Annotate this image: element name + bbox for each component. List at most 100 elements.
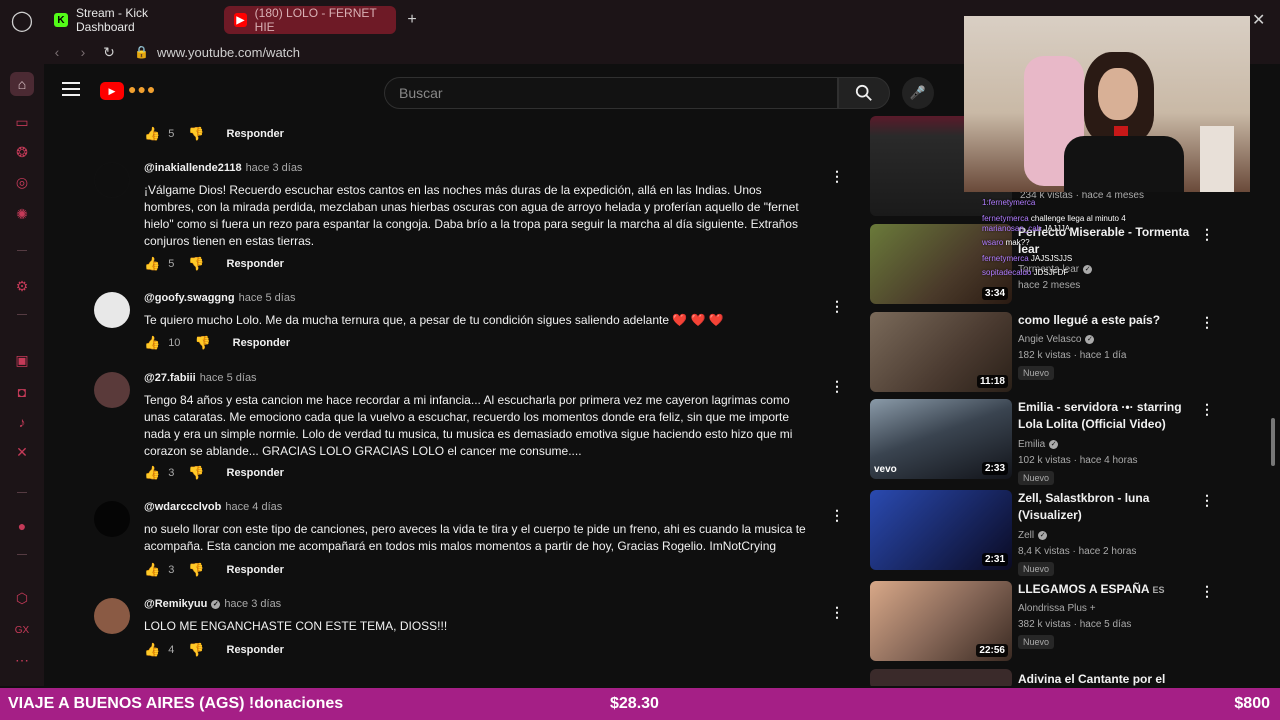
comment-text: Te quiero mucho Lolo. Me da mucha ternur…	[144, 313, 724, 327]
back-icon[interactable]: ‹	[44, 44, 70, 60]
video-card[interactable]: 2:31 Zell, Salastkbron - luna (Visualize…	[870, 490, 1270, 576]
scrollbar-thumb[interactable]	[1271, 418, 1275, 466]
more-vert-icon[interactable]: ⋮	[830, 604, 844, 621]
new-badge: Nuevo	[1018, 366, 1055, 380]
verified-icon: ✓	[211, 599, 221, 609]
x-icon[interactable]: ✕	[10, 440, 34, 464]
thumbs-up-icon[interactable]: 👍	[144, 562, 160, 578]
thumbs-down-icon[interactable]: 👎	[188, 256, 204, 272]
avatar[interactable]	[94, 162, 130, 198]
thumbs-down-icon[interactable]: 👎	[188, 562, 204, 578]
aria-icon[interactable]: ❂	[10, 140, 34, 164]
more-vert-icon[interactable]: ⋮	[830, 507, 844, 524]
sidebar-divider	[17, 554, 27, 555]
video-card[interactable]: vevo 2:33 Emilia - servidora ·•· starrin…	[870, 399, 1270, 485]
more-vert-icon[interactable]: ⋮	[1200, 401, 1214, 418]
new-tab-button[interactable]: +	[400, 11, 424, 29]
more-vert-icon[interactable]: ⋮	[1200, 583, 1214, 600]
reply-button[interactable]: Responder	[227, 467, 284, 479]
gx-corner-icon[interactable]: ✺	[10, 202, 34, 226]
thumbs-up-icon[interactable]: 👍	[144, 256, 160, 272]
gx-icon[interactable]: GX	[10, 618, 34, 642]
donation-current-amount: $28.30	[610, 695, 659, 712]
video-title: Adivina el Cantante por el	[1018, 672, 1166, 686]
video-thumbnail[interactable]: 2:31	[870, 490, 1012, 570]
browser-sidebar: ⌂ ▭ ❂ ◎ ✺ ⚙ ▣ ◘ ♪ ✕ ● ⬡ GX ⋯	[0, 64, 44, 686]
search-button[interactable]	[838, 77, 890, 109]
more-vert-icon[interactable]: ⋮	[830, 168, 844, 185]
comment-author[interactable]: @Remikyuu ✓ hace 3 días	[144, 598, 814, 610]
thumbs-up-icon[interactable]: 👍	[144, 465, 160, 481]
more-vert-icon[interactable]: ⋮	[1200, 226, 1214, 243]
close-icon[interactable]: ✕	[1252, 10, 1265, 30]
lock-icon: 🔒	[134, 45, 149, 59]
forward-icon[interactable]: ›	[70, 44, 96, 60]
messenger-icon[interactable]: ◎	[10, 170, 34, 194]
reply-button[interactable]: Responder	[227, 564, 284, 576]
reply-button[interactable]: Responder	[233, 337, 290, 349]
video-card[interactable]: 11:18 como llegué a este país? Angie Vel…	[870, 312, 1270, 392]
like-count: 3	[168, 467, 175, 479]
opera-logo-icon[interactable]: ◯	[0, 0, 44, 40]
tab-label: Stream - Kick Dashboard	[76, 6, 149, 34]
instagram-icon[interactable]: ◘	[10, 380, 34, 404]
thumbs-down-icon[interactable]: 👎	[188, 465, 204, 481]
tiktok-icon[interactable]: ♪	[10, 410, 34, 434]
sidebar-divider	[17, 314, 27, 315]
comment-actions: 👍 3 👎 Responder	[144, 562, 284, 578]
comment-author[interactable]: @goofy.swaggng hace 5 días	[144, 292, 814, 304]
thumbs-down-icon[interactable]: 👎	[188, 642, 204, 658]
page-scrollbar[interactable]	[1268, 64, 1278, 668]
more-icon[interactable]: ⋯	[10, 648, 34, 672]
ai-icon[interactable]: ▭	[10, 110, 34, 134]
chat-message: marianosan_cab JAJJJA	[982, 224, 1071, 233]
thumbs-up-icon[interactable]: 👍	[144, 642, 160, 658]
comment-actions: 👍 5 👎 Responder	[144, 126, 284, 142]
reply-button[interactable]: Responder	[227, 258, 284, 270]
thumbs-down-icon[interactable]: 👎	[194, 335, 210, 351]
thumbs-down-icon[interactable]: 👎	[188, 126, 204, 142]
tab-kick-dashboard[interactable]: K Stream - Kick Dashboard	[44, 6, 220, 34]
comment-author[interactable]: @inakiallende2118 hace 3 días	[144, 162, 814, 174]
avatar[interactable]	[94, 501, 130, 537]
reply-button[interactable]: Responder	[227, 128, 284, 140]
tab-youtube[interactable]: ▶ (180) LOLO - FERNET HIE	[224, 6, 396, 34]
more-vert-icon[interactable]: ⋮	[830, 298, 844, 315]
spotify-icon[interactable]: ⚙	[10, 274, 34, 298]
menu-icon[interactable]	[62, 82, 80, 96]
video-thumbnail[interactable]	[870, 669, 1012, 686]
home-icon[interactable]: ⌂	[10, 72, 34, 96]
avatar[interactable]	[94, 598, 130, 634]
video-title: Emilia - servidora ·•· starring Lola Lol…	[1018, 400, 1182, 431]
more-vert-icon[interactable]: ⋮	[830, 378, 844, 395]
video-channel: Emilia ✓	[1018, 439, 1059, 450]
vpn-icon[interactable]: ⬡	[10, 586, 34, 610]
doodle-logo-icon[interactable]: ●●●	[128, 81, 156, 97]
video-card[interactable]: 22:56 LLEGAMOS A ESPAÑA ES Alondrissa Pl…	[870, 581, 1270, 661]
video-thumbnail[interactable]: vevo 2:33	[870, 399, 1012, 479]
url-field[interactable]: www.youtube.com/watch	[157, 45, 300, 60]
new-badge: Nuevo	[1018, 562, 1055, 576]
avatar[interactable]	[94, 372, 130, 408]
chat-message: fernetymerca JAJSJSJJS	[982, 254, 1073, 263]
twitch-icon[interactable]: ▣	[10, 348, 34, 372]
video-thumbnail[interactable]: 11:18	[870, 312, 1012, 392]
search-input[interactable]: Buscar	[384, 77, 838, 109]
like-count: 10	[168, 337, 181, 349]
more-vert-icon[interactable]: ⋮	[1200, 492, 1214, 509]
thumbs-up-icon[interactable]: 👍	[144, 335, 160, 351]
chat-message: wsaro mak??	[982, 238, 1030, 247]
video-meta: 382 k vistas · hace 5 días	[1018, 619, 1132, 630]
comment-author[interactable]: @27.fabiii hace 5 días	[144, 372, 814, 384]
youtube-logo-icon[interactable]: ▶	[100, 82, 124, 100]
reply-button[interactable]: Responder	[227, 644, 284, 656]
reload-icon[interactable]: ↻	[96, 44, 122, 61]
thumbs-up-icon[interactable]: 👍	[144, 126, 160, 142]
comment-author[interactable]: @wdarccclvob hace 4 días	[144, 501, 814, 513]
video-thumbnail[interactable]: 22:56	[870, 581, 1012, 661]
avatar[interactable]	[94, 292, 130, 328]
video-card[interactable]: Adivina el Cantante por el	[870, 669, 1270, 686]
more-vert-icon[interactable]: ⋮	[1200, 314, 1214, 331]
record-icon[interactable]: ●	[10, 514, 34, 538]
microphone-icon[interactable]: 🎤	[902, 77, 934, 109]
